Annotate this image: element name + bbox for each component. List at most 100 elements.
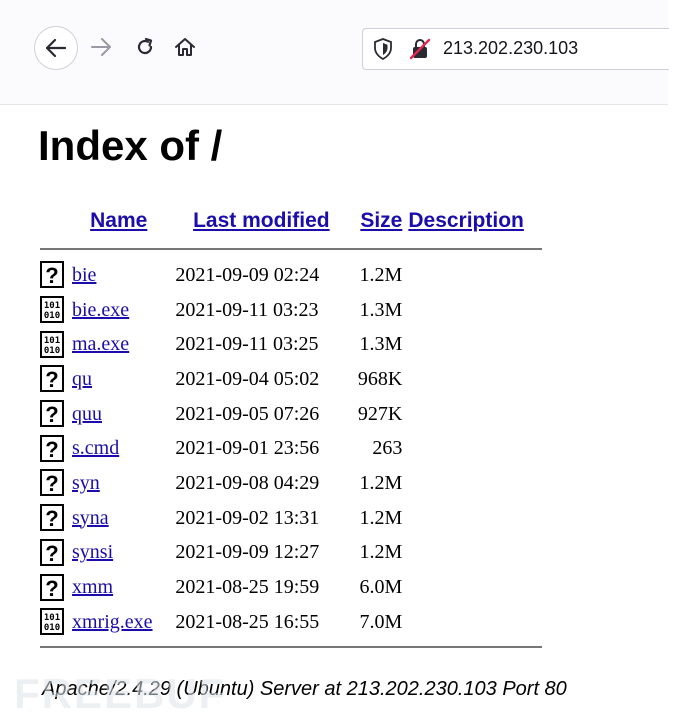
divider: [40, 645, 542, 648]
unknown-file-icon: ?: [40, 469, 72, 497]
svg-text:?: ?: [45, 471, 58, 496]
shield-icon[interactable]: [373, 38, 393, 60]
back-button[interactable]: [34, 26, 78, 70]
file-description: [402, 362, 542, 397]
svg-text:?: ?: [45, 367, 58, 392]
svg-text:?: ?: [45, 437, 58, 462]
file-row: ? s.cmd 2021-09-01 23:56 263: [40, 431, 542, 466]
file-description: [402, 605, 542, 640]
file-modified: 2021-09-09 12:27: [175, 541, 320, 564]
description-header: Description: [402, 202, 542, 240]
file-link[interactable]: syna: [72, 507, 109, 529]
unknown-file-icon: ?: [40, 434, 72, 463]
divider: [40, 248, 542, 250]
last-modified-header: Last modified: [171, 202, 351, 240]
file-size: 1.2M: [359, 471, 403, 494]
arrow-right-icon: [91, 38, 111, 56]
file-description: [402, 570, 542, 605]
file-description: [402, 431, 542, 466]
directory-listing-page: Index of / Name Last modified Size Descr…: [0, 106, 668, 726]
svg-text:101: 101: [44, 336, 60, 346]
icon-header: [40, 202, 72, 240]
file-row: ? qu 2021-09-04 05:02 968K: [40, 362, 542, 397]
unknown-file-icon: ?: [40, 261, 72, 289]
watermark-logo: FREEBUF: [14, 670, 227, 717]
file-modified: 2021-08-25 16:55: [175, 610, 320, 633]
file-link[interactable]: qu: [72, 368, 92, 390]
file-size: 968K: [357, 367, 403, 390]
file-link[interactable]: s.cmd: [72, 437, 119, 459]
file-link[interactable]: ma.exe: [72, 333, 129, 355]
file-description: [402, 327, 542, 362]
file-description: [402, 258, 542, 293]
browser-toolbar: 213.202.230.103: [0, 0, 669, 105]
file-row: ? quu 2021-09-05 07:26 927K: [40, 397, 542, 432]
svg-text:?: ?: [45, 541, 58, 566]
file-row: 101 010 xmrig.exe 2021-08-25 16:55 7.0M: [40, 605, 542, 640]
url-text[interactable]: 213.202.230.103: [443, 38, 578, 59]
file-row: ? bie 2021-09-09 02:24 1.2M: [40, 258, 542, 293]
file-modified: 2021-09-11 03:23: [175, 298, 319, 321]
file-row: ? syn 2021-09-08 04:29 1.2M: [40, 466, 542, 501]
unknown-file-icon: ?: [40, 573, 72, 602]
svg-text:?: ?: [45, 576, 58, 601]
svg-text:?: ?: [45, 506, 58, 531]
home-icon: [175, 38, 195, 56]
file-modified: 2021-08-25 19:59: [175, 576, 320, 599]
file-row: 101 010 bie.exe 2021-09-11 03:23 1.3M: [40, 293, 542, 328]
file-size: 927K: [357, 402, 403, 425]
size-header: Size: [351, 202, 402, 240]
sort-by-name-link[interactable]: Name: [90, 209, 147, 232]
unknown-file-icon: ?: [40, 504, 72, 532]
file-description: [402, 501, 542, 536]
svg-text:?: ?: [45, 402, 58, 427]
file-link[interactable]: xmm: [72, 576, 113, 598]
file-description: [402, 293, 542, 328]
file-description: [402, 466, 542, 501]
sort-by-description-link[interactable]: Description: [408, 209, 524, 232]
unknown-file-icon: ?: [40, 538, 72, 567]
reload-icon: [137, 37, 153, 55]
forward-button[interactable]: [86, 30, 116, 64]
address-bar[interactable]: 213.202.230.103: [362, 28, 669, 70]
file-size: 6.0M: [359, 576, 403, 599]
svg-text:101: 101: [44, 613, 60, 623]
arrow-left-icon: [46, 39, 66, 57]
binary-file-icon: 101 010: [40, 330, 72, 359]
file-size: 1.2M: [359, 541, 403, 564]
binary-file-icon: 101 010: [40, 296, 72, 324]
file-modified: 2021-09-11 03:25: [175, 333, 319, 356]
file-description: [402, 397, 542, 432]
sort-by-size-link[interactable]: Size: [360, 209, 402, 232]
svg-text:010: 010: [44, 346, 60, 356]
file-row: 101 010 ma.exe 2021-09-11 03:25 1.3M: [40, 327, 542, 362]
unknown-file-icon: ?: [40, 365, 72, 393]
sort-by-last-modified-link[interactable]: Last modified: [193, 209, 330, 232]
reload-button[interactable]: [130, 30, 160, 64]
insecure-lock-icon[interactable]: [409, 38, 431, 60]
file-link[interactable]: bie: [72, 264, 96, 286]
binary-file-icon: 101 010: [40, 608, 72, 636]
home-button[interactable]: [170, 30, 200, 64]
svg-text:101: 101: [44, 301, 60, 311]
unknown-file-icon: ?: [40, 400, 72, 428]
file-row: ? syna 2021-09-02 13:31 1.2M: [40, 501, 542, 536]
file-size: 1.2M: [359, 263, 403, 286]
file-modified: 2021-09-04 05:02: [175, 367, 320, 390]
file-link[interactable]: xmrig.exe: [72, 611, 153, 633]
svg-text:?: ?: [45, 263, 58, 288]
svg-text:010: 010: [44, 623, 60, 633]
file-modified: 2021-09-01 23:56: [175, 437, 320, 460]
file-link[interactable]: syn: [72, 472, 100, 494]
file-size: 263: [372, 437, 403, 460]
svg-text:010: 010: [44, 311, 60, 321]
page-title: Index of /: [38, 122, 223, 169]
file-modified: 2021-09-09 02:24: [175, 263, 320, 286]
file-modified: 2021-09-08 04:29: [175, 471, 320, 494]
file-link[interactable]: synsi: [72, 541, 113, 563]
file-link[interactable]: quu: [72, 403, 102, 425]
file-link[interactable]: bie.exe: [72, 299, 129, 321]
file-size: 1.2M: [359, 506, 403, 529]
file-size: 7.0M: [359, 610, 403, 633]
file-modified: 2021-09-02 13:31: [175, 506, 320, 529]
